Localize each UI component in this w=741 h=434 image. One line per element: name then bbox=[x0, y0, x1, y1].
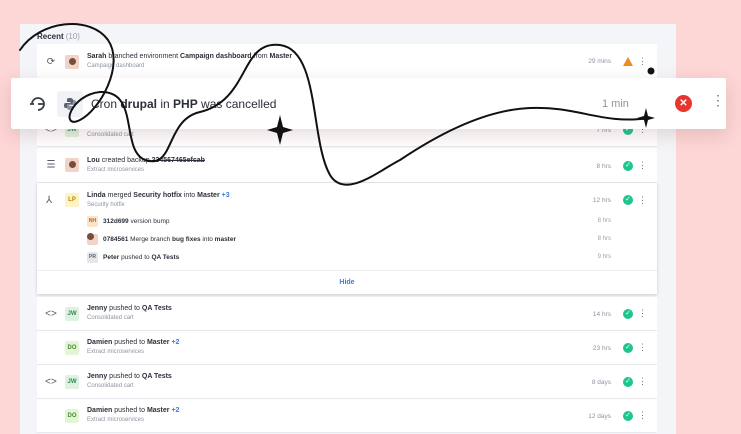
row-subtitle: Consolidated cart bbox=[87, 383, 134, 389]
row-time: 23 hrs bbox=[592, 345, 611, 352]
row-subtitle: Security hotfix bbox=[87, 202, 125, 208]
row-time: 8 hrs bbox=[596, 163, 611, 170]
cron-notification[interactable]: Cron drupal in PHP was cancelled 1 min ✕… bbox=[11, 78, 726, 129]
avatar bbox=[87, 234, 98, 245]
cancelled-icon: ✕ bbox=[675, 95, 692, 112]
row-title: Lou created backup 234567465efcab bbox=[87, 157, 205, 164]
notification-time: 1 min bbox=[602, 98, 629, 110]
refresh-icon: ⟳ bbox=[46, 56, 56, 67]
row-time: 29 mins bbox=[588, 58, 611, 65]
commit-item[interactable]: 0784561 Merge branch bug fixes into mast… bbox=[87, 234, 236, 245]
success-icon: ✓ bbox=[623, 161, 633, 171]
row-subtitle: Extract microservices bbox=[87, 167, 145, 173]
row-subtitle: Consolidated cart bbox=[87, 132, 134, 138]
python-icon bbox=[57, 91, 83, 117]
row-title: Damien pushed to Master +2 bbox=[87, 407, 180, 414]
commit-time: 8 hrs bbox=[597, 236, 611, 242]
code-icon: <> bbox=[45, 308, 57, 319]
more-options-icon[interactable]: ⋮ bbox=[638, 343, 647, 352]
row-time: 8 days bbox=[591, 379, 611, 386]
success-icon: ✓ bbox=[623, 411, 633, 421]
avatar: JW bbox=[65, 375, 79, 389]
row-time: 12 hrs bbox=[592, 197, 611, 204]
commit-item[interactable]: NH 312d699 version bump bbox=[87, 216, 170, 227]
backup-icon: ☰ bbox=[46, 159, 56, 171]
success-icon: ✓ bbox=[623, 343, 633, 353]
activity-row[interactable]: DO Damien pushed to Master +2 Extract mi… bbox=[37, 399, 657, 433]
row-subtitle: Consolidated cart bbox=[87, 315, 134, 321]
activity-row[interactable]: <> JW Jenny pushed to QA Tests Consolida… bbox=[37, 365, 657, 399]
row-title: Jenny pushed to QA Tests bbox=[87, 373, 172, 380]
avatar: DO bbox=[65, 409, 79, 423]
commit-item[interactable]: PR Peter pushed to QA Tests bbox=[87, 252, 179, 263]
row-title: Sarah branched environment Campaign dash… bbox=[87, 53, 293, 60]
more-options-icon[interactable]: ⋮ bbox=[638, 161, 647, 170]
warning-icon bbox=[623, 57, 633, 66]
avatar: JW bbox=[65, 307, 79, 321]
merge-icon: ⅄ bbox=[46, 195, 53, 206]
more-options-icon[interactable]: ⋮ bbox=[638, 309, 647, 318]
more-options-icon[interactable]: ⋮ bbox=[638, 411, 647, 420]
avatar: PR bbox=[87, 252, 98, 263]
commit-time: 9 hrs bbox=[597, 254, 611, 260]
more-options-icon[interactable]: ⋮ bbox=[711, 93, 725, 107]
row-title: Jenny pushed to QA Tests bbox=[87, 305, 172, 312]
avatar bbox=[65, 55, 79, 69]
code-icon: <> bbox=[45, 376, 57, 387]
expanded-activity-row[interactable]: ⅄ LP Linda merged Security hotfix into M… bbox=[37, 183, 657, 294]
avatar: LP bbox=[65, 193, 79, 207]
success-icon: ✓ bbox=[623, 195, 633, 205]
commit-time: 8 hrs bbox=[597, 218, 611, 224]
activity-row[interactable]: <> JW Jenny pushed to QA Tests Consolida… bbox=[37, 297, 657, 331]
row-subtitle: Extract microservices bbox=[87, 349, 145, 355]
more-options-icon[interactable]: ⋮ bbox=[638, 377, 647, 386]
row-time: 14 hrs bbox=[592, 311, 611, 318]
cron-icon bbox=[30, 97, 45, 111]
avatar bbox=[65, 158, 79, 172]
success-icon: ✓ bbox=[623, 377, 633, 387]
row-title: Damien pushed to Master +2 bbox=[87, 339, 180, 346]
recent-header: Recent (10) bbox=[37, 32, 80, 41]
success-icon: ✓ bbox=[623, 309, 633, 319]
more-options-icon[interactable]: ⋮ bbox=[638, 57, 647, 66]
more-options-icon[interactable]: ⋮ bbox=[638, 195, 647, 206]
hide-button[interactable]: Hide bbox=[37, 270, 657, 294]
row-subtitle: Extract microservices bbox=[87, 417, 145, 423]
notification-message: Cron drupal in PHP was cancelled bbox=[91, 97, 277, 111]
row-time: 12 days bbox=[588, 413, 611, 420]
activity-row[interactable]: ☰ Lou created backup 234567465efcab Extr… bbox=[37, 148, 657, 183]
activity-row[interactable]: DO Damien pushed to Master +2 Extract mi… bbox=[37, 331, 657, 365]
avatar: NH bbox=[87, 216, 98, 227]
activity-row[interactable]: ⟳ Sarah branched environment Campaign da… bbox=[37, 44, 657, 80]
row-title: Linda merged Security hotfix into Master… bbox=[87, 192, 230, 199]
row-subtitle: Campaign dashboard bbox=[87, 63, 145, 69]
avatar: DO bbox=[65, 341, 79, 355]
